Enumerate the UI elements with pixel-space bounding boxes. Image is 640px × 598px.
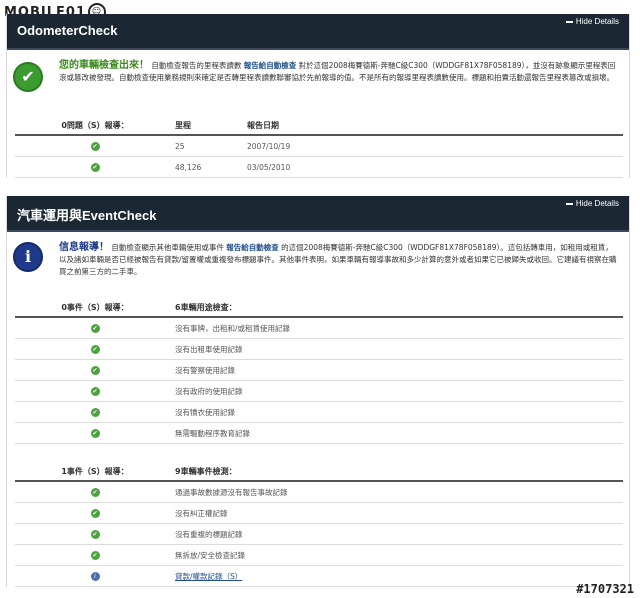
- col-header: 6車輛用途檢查：: [175, 298, 623, 318]
- col-header: 9車輛事件檢測：: [175, 462, 623, 482]
- check-cell: 無拆放/安全檢查記錄: [175, 544, 623, 566]
- minus-icon: [565, 202, 573, 205]
- vehicle-use-table: 0事件（S）報導： 6車輛用途檢查： ✔ 沒有事牌，出租和/或租賃使用記錄 ✔ 沒有…: [15, 298, 623, 444]
- table-row: ✔ 25 2007/10/19: [15, 135, 623, 157]
- col-header: 0問題（S）報導：: [15, 116, 175, 136]
- odometer-table: 0問題（S）報導： 里程 報告日期 ✔ 25 2007/10/19 ✔ 48,1…: [15, 116, 623, 178]
- check-icon: ✔: [90, 345, 100, 354]
- table-row: i 貸款/權款記錄（S）: [15, 565, 623, 587]
- check-icon: ✔: [90, 387, 100, 396]
- table-row: ✔ 沒有犢衣使用記錄: [15, 401, 623, 423]
- table-row: ✔ 沒有事牌，出租和/或租賃使用記錄: [15, 317, 623, 339]
- check-icon: ✔: [90, 163, 100, 172]
- table-row: ✔ 沒有出租車使用記錄: [15, 338, 623, 360]
- odometer-title: OdometerCheck: [17, 23, 118, 38]
- check-cell: 沒有出租車使用記錄: [175, 338, 623, 360]
- check-icon: ✔: [90, 324, 100, 333]
- table-row: ✔ 沒有重複的標題記錄: [15, 523, 623, 545]
- col-header: 0事件（S）報導：: [15, 298, 175, 318]
- intro-text: 自動檢查顯示其他車輛使用或事件: [111, 243, 224, 252]
- event-title: 汽車運用與EventCheck: [17, 208, 157, 223]
- odometer-panel: OdometerCheck Hide Details ✔ 您的車輛檢查出來！ 自…: [6, 14, 630, 178]
- check-cell: 沒有糾正權記錄: [175, 502, 623, 524]
- report-link[interactable]: 報告給自動檢查: [244, 61, 297, 70]
- date-cell: 03/05/2010: [247, 156, 623, 178]
- event-headline: 信息報導！: [59, 242, 109, 253]
- check-cell: 沒有警察使用記錄: [175, 359, 623, 381]
- odometer-intro: ✔ 您的車輛檢查出來！ 自動檢查報告的里程表讀數 報告給自動檢查 對於這個200…: [7, 50, 629, 110]
- table-row: ✔ 48,126 03/05/2010: [15, 156, 623, 178]
- check-icon: ✔: [90, 551, 100, 560]
- check-icon: ✔: [90, 408, 100, 417]
- event-header: 汽車運用與EventCheck Hide Details: [7, 196, 629, 232]
- col-header: 1事件（S）報導：: [15, 462, 175, 482]
- check-icon: ✔: [90, 530, 100, 539]
- event-intro: i 信息報導！ 自動檢查顯示其他車輛使用或事件 報告給自動檢查 的這個2008梅…: [7, 232, 629, 292]
- odometer-header: OdometerCheck Hide Details: [7, 14, 629, 50]
- check-icon: ✔: [90, 509, 100, 518]
- table-row: ✔ 沒有政府的使用記錄: [15, 380, 623, 402]
- event-panel: 汽車運用與EventCheck Hide Details i 信息報導！ 自動檢…: [6, 196, 630, 587]
- table-row: ✔ 沒有警察使用記錄: [15, 359, 623, 381]
- col-header: 里程: [175, 116, 247, 136]
- check-cell: 沒有政府的使用記錄: [175, 380, 623, 402]
- watermark: #1707321: [576, 582, 634, 596]
- mileage-cell: 25: [175, 135, 247, 157]
- odometer-headline: 您的車輛檢查出來！: [59, 60, 149, 71]
- col-header: 報告日期: [247, 116, 623, 136]
- hide-details-button[interactable]: Hide Details: [565, 199, 619, 208]
- check-icon: ✔: [90, 429, 100, 438]
- info-small-icon: i: [90, 572, 100, 581]
- table-row: ✔ 通過事故數據源沒有報告事故記錄: [15, 481, 623, 503]
- table-row: ✔ 無拆放/安全檢查記錄: [15, 544, 623, 566]
- check-cell: 通過事故數據源沒有報告事故記錄: [175, 481, 623, 503]
- check-cell: 無需驅動程序教育記錄: [175, 422, 623, 444]
- check-icon: ✔: [90, 366, 100, 375]
- report-link[interactable]: 報告給自動檢查: [226, 243, 279, 252]
- date-cell: 2007/10/19: [247, 135, 623, 157]
- check-cell: 沒有事牌，出租和/或租賃使用記錄: [175, 317, 623, 339]
- table-row: ✔ 沒有糾正權記錄: [15, 502, 623, 524]
- hide-details-button[interactable]: Hide Details: [565, 17, 619, 26]
- table-row: ✔ 無需驅動程序教育記錄: [15, 422, 623, 444]
- check-cell: 沒有重複的標題記錄: [175, 523, 623, 545]
- minus-icon: [565, 20, 573, 23]
- check-icon: ✔: [90, 142, 100, 151]
- checkmark-icon: ✔: [13, 62, 43, 92]
- mileage-cell: 48,126: [175, 156, 247, 178]
- info-icon: i: [13, 242, 43, 272]
- intro-text: 自動檢查報告的里程表讀數: [151, 61, 242, 70]
- check-cell: 沒有犢衣使用記錄: [175, 401, 623, 423]
- check-icon: ✔: [90, 488, 100, 497]
- vehicle-event-table: 1事件（S）報導： 9車輛事件檢測： ✔ 通過事故數據源沒有報告事故記錄 ✔ 沒有糾…: [15, 462, 623, 587]
- loan-records-link[interactable]: 貸款/權款記錄（S）: [175, 572, 242, 581]
